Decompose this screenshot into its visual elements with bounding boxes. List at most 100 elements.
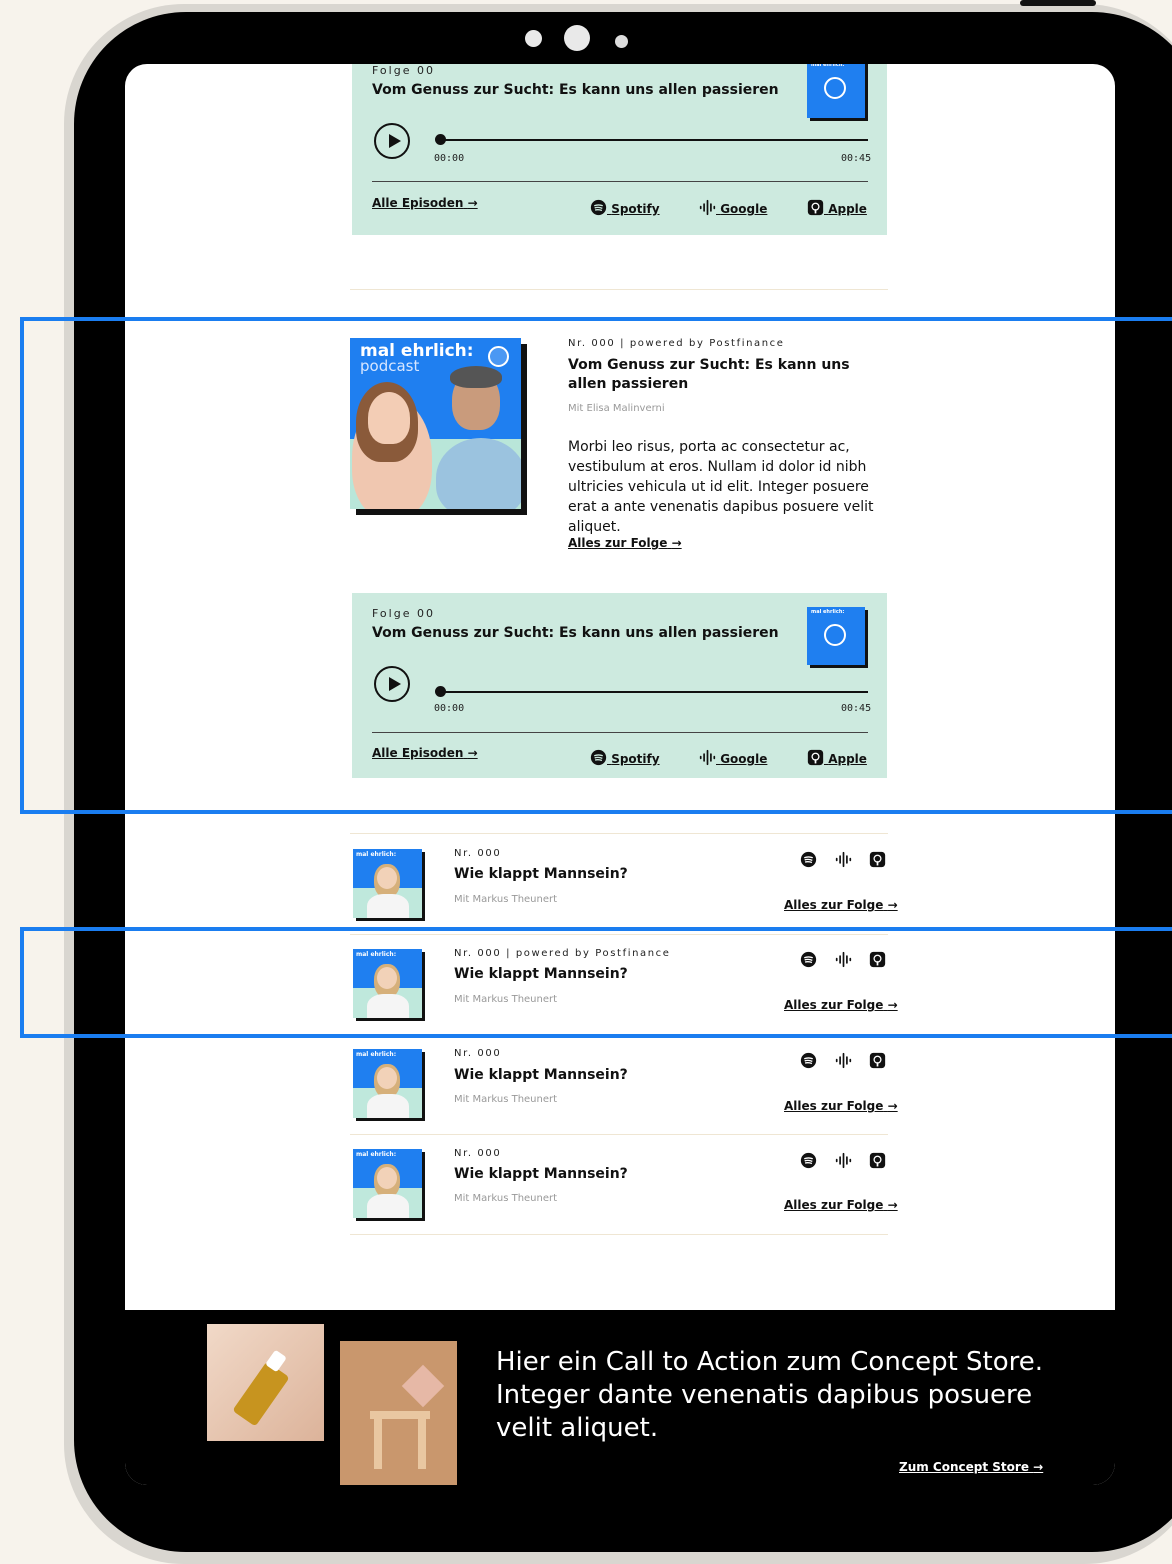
spotify-icon (590, 199, 607, 216)
player-label: Folge 00 (372, 607, 435, 620)
episode-title[interactable]: Wie klappt Mannsein? (454, 866, 628, 882)
spotify-label: Spotify (611, 752, 660, 766)
apple-podcasts-icon[interactable] (869, 851, 886, 868)
episode-guest: Mit Markus Theunert (454, 1193, 558, 1204)
episode-guest: Mit Markus Theunert (454, 994, 558, 1005)
arrow-right-icon: → (671, 536, 682, 550)
apple-podcasts-icon[interactable] (869, 951, 886, 968)
episode-thumb: mal ehrlich: (353, 1149, 422, 1218)
cta-text: Hier ein Call to Action zum Concept Stor… (496, 1347, 1044, 1443)
featured-description: Morbi leo risus, porta ac consectetur ac… (568, 439, 874, 535)
player-title: Vom Genuss zur Sucht: Es kann uns allen … (372, 625, 779, 641)
episode-meta: Nr. 000 | powered by Postfinance (454, 948, 671, 959)
more-label: Alles zur Folge (784, 1099, 884, 1113)
google-podcasts-icon (699, 749, 716, 766)
all-episodes-label: Alle Episoden (372, 746, 464, 760)
concept-store-link[interactable]: Zum Concept Store → (899, 1460, 1043, 1474)
google-link[interactable]: Google (699, 196, 767, 216)
episode-more-link[interactable]: Alles zur Folge → (784, 1198, 898, 1212)
episode-guest: Mit Markus Theunert (454, 1094, 558, 1105)
episode-guest: Mit Markus Theunert (454, 894, 558, 905)
play-button[interactable] (374, 123, 410, 159)
sensor-dot (613, 33, 630, 50)
cta-link-label: Zum Concept Store (899, 1460, 1029, 1474)
episode-more-link[interactable]: Alles zur Folge → (784, 898, 898, 912)
arrow-right-icon: → (1033, 1460, 1044, 1474)
thumb-body (367, 994, 409, 1018)
thumb-face (377, 867, 397, 889)
row-divider (350, 934, 888, 935)
product-photo-stool (340, 1341, 457, 1485)
spotify-icon[interactable] (800, 1052, 817, 1069)
episode-thumb: mal ehrlich: (353, 849, 422, 918)
arrow-right-icon: → (887, 1198, 898, 1212)
podcast-mic-icon (824, 77, 846, 99)
cover-brand: mal ehrlich: (811, 609, 845, 615)
google-podcasts-icon (699, 199, 716, 216)
google-podcasts-icon[interactable] (835, 851, 852, 868)
stool-seat (370, 1411, 430, 1419)
stool-leg (418, 1419, 426, 1469)
spotify-link[interactable]: Spotify (590, 746, 660, 766)
play-button[interactable] (374, 666, 410, 702)
thumb-body (367, 894, 409, 918)
host-shirt (436, 438, 521, 509)
service-icons (800, 851, 890, 869)
thumb-brand: mal ehrlich: (356, 851, 397, 858)
thumb-brand: mal ehrlich: (356, 1051, 397, 1058)
episode-meta: Nr. 000 (454, 848, 502, 859)
thumb-brand: mal ehrlich: (356, 1151, 397, 1158)
thumb-face (377, 1067, 397, 1089)
device-button (1020, 0, 1096, 6)
featured-more-link[interactable]: Alles zur Folge → (568, 536, 682, 550)
google-link[interactable]: Google (699, 746, 767, 766)
featured-title[interactable]: Vom Genuss zur Sucht: Es kann uns allen … (568, 356, 868, 394)
episode-title[interactable]: Wie klappt Mannsein? (454, 1166, 628, 1182)
section-divider (350, 289, 888, 290)
apple-podcasts-icon[interactable] (869, 1052, 886, 1069)
apple-link[interactable]: Apple (807, 196, 867, 216)
spotify-icon (590, 749, 607, 766)
cover-brand: mal ehrlich: (811, 64, 845, 68)
section-divider (350, 833, 888, 834)
play-icon (389, 134, 401, 148)
stool-leg (374, 1419, 382, 1469)
apple-podcasts-icon (807, 749, 824, 766)
google-podcasts-icon[interactable] (835, 1052, 852, 1069)
spotify-icon[interactable] (800, 851, 817, 868)
cover-subbrand: podcast (360, 357, 420, 375)
thumb-face (377, 1167, 397, 1189)
google-podcasts-icon[interactable] (835, 1152, 852, 1169)
row-divider (350, 1034, 888, 1035)
arrow-right-icon: → (467, 746, 478, 760)
apple-podcasts-icon[interactable] (869, 1152, 886, 1169)
spotify-link[interactable]: Spotify (590, 196, 660, 216)
apple-link[interactable]: Apple (807, 746, 867, 766)
concept-store-cta: Hier ein Call to Action zum Concept Stor… (125, 1310, 1115, 1485)
episode-more-link[interactable]: Alles zur Folge → (784, 1099, 898, 1113)
spotify-icon[interactable] (800, 951, 817, 968)
sensor-dot (525, 30, 542, 47)
more-label: Alles zur Folge (784, 1198, 884, 1212)
all-episodes-link[interactable]: Alle Episoden → (372, 746, 478, 760)
featured-cover[interactable]: mal ehrlich: podcast (350, 338, 521, 509)
service-icons (800, 951, 890, 969)
all-episodes-link[interactable]: Alle Episoden → (372, 196, 478, 210)
episode-title[interactable]: Wie klappt Mannsein? (454, 1067, 628, 1083)
episode-title[interactable]: Wie klappt Mannsein? (454, 966, 628, 982)
progress-track[interactable] (440, 139, 868, 141)
featured-meta: Nr. 000 | powered by Postfinance (568, 338, 785, 349)
all-episodes-label: Alle Episoden (372, 196, 464, 210)
progress-track[interactable] (440, 691, 868, 693)
service-icons (800, 1052, 890, 1070)
time-current: 00:00 (434, 153, 465, 164)
podcast-mic-icon (824, 624, 846, 646)
episode-more-link[interactable]: Alles zur Folge → (784, 998, 898, 1012)
google-podcasts-icon[interactable] (835, 951, 852, 968)
thumb-brand: mal ehrlich: (356, 951, 397, 958)
episode-meta: Nr. 000 (454, 1048, 502, 1059)
thumb-body (367, 1094, 409, 1118)
player-title: Vom Genuss zur Sucht: Es kann uns allen … (372, 82, 779, 98)
spotify-icon[interactable] (800, 1152, 817, 1169)
episode-meta: Nr. 000 (454, 1148, 502, 1159)
